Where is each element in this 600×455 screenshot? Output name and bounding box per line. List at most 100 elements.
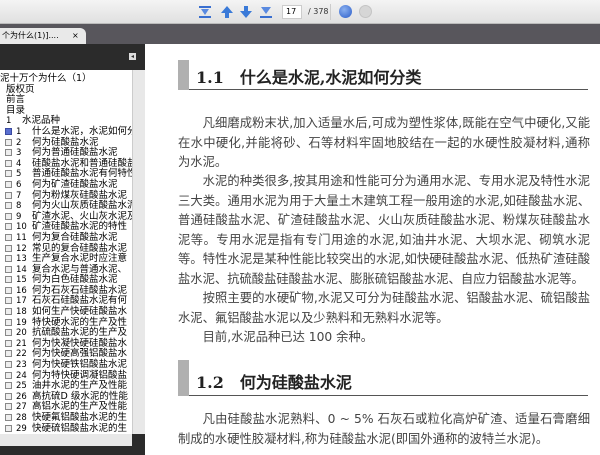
bookmark-page-icon — [5, 414, 12, 421]
next-page-icon[interactable] — [238, 4, 254, 20]
bookmark-label: 版权页 — [6, 83, 35, 95]
bookmark-label: 何为硅酸盐水泥 — [32, 136, 99, 148]
bookmark-label: 石灰石硅酸盐水泥有何 — [32, 295, 128, 307]
bookmark-label: 泥十万个为什么（1） — [0, 73, 92, 84]
bookmark-label: 如何生产快硬硅酸盐水 — [32, 306, 128, 318]
bookmark-page-icon — [5, 318, 12, 326]
bookmark-number: 24 — [16, 370, 27, 381]
sidebar-header: ◂ — [0, 44, 145, 70]
bookmark-page-icon — [5, 276, 12, 284]
bookmark-page-icon — [5, 371, 12, 379]
bookmark-number: 16 — [16, 285, 27, 296]
collapse-sidebar-button[interactable]: ◂ — [129, 53, 136, 60]
bookmark-label: 矿渣硅酸盐水泥的特性 — [32, 221, 128, 233]
bookmark-number: 6 — [16, 179, 22, 190]
bookmark-page-icon — [5, 329, 12, 337]
heading-bar — [178, 360, 189, 396]
bookmark-item[interactable]: 29 快硬硫铝酸盐水泥的生 — [0, 422, 132, 435]
bookmark-label: 何为火山灰质硅酸盐水泥 — [32, 200, 137, 212]
section-heading: 1.2 何为硅酸盐水泥 — [178, 360, 588, 396]
bookmark-tree: 泥十万个为什么（1） 版权页 前言 目录 1 水泥品种 1 什么是水泥，水泥如何分类 2 何为硅酸… — [0, 70, 146, 435]
bookmark-page-icon — [5, 244, 12, 252]
bookmark-page-icon — [5, 233, 12, 241]
bookmark-page-icon — [5, 138, 12, 146]
heading-text: 1.1 什么是水泥,水泥如何分类 — [196, 68, 422, 87]
bookmark-page-icon — [5, 159, 12, 167]
bookmark-label: 何为特快硬调凝铝酸盐 — [32, 369, 128, 381]
page-number-input[interactable]: 17 — [282, 5, 302, 19]
toolbar: 17 / 378 — [0, 0, 600, 24]
bookmark-page-icon — [5, 223, 12, 231]
bookmark-item[interactable]: 目录 — [0, 105, 132, 117]
bookmark-label: 油井水泥的生产及性能 — [32, 380, 128, 392]
heading-text: 1.2 何为硅酸盐水泥 — [196, 373, 352, 392]
bookmark-number: 13 — [16, 254, 27, 265]
heading-bar — [178, 60, 189, 90]
bookmark-page-icon — [5, 202, 12, 210]
paragraph: 凡细磨成粉末状,加入适量水后,可成为塑性浆体,既能在空气中硬化,又能在水中硬化,… — [178, 116, 590, 169]
bookmark-number: 14 — [16, 264, 27, 275]
bookmark-number: 27 — [16, 402, 27, 413]
bookmark-page-icon — [5, 424, 12, 432]
bookmark-label: 高铝水泥的生产及性能 — [32, 401, 128, 413]
back-icon[interactable] — [339, 5, 352, 18]
forward-icon[interactable] — [359, 5, 372, 18]
bookmark-number: 12 — [16, 243, 27, 254]
horizontal-scrollbar[interactable] — [0, 434, 132, 446]
bookmark-page-icon — [5, 265, 12, 273]
bookmark-label: 前言 — [6, 94, 26, 106]
bookmark-label: 水泥品种 — [22, 115, 61, 127]
tab-document[interactable]: 个为什么(1)].... × — [0, 28, 86, 44]
bookmark-number: 22 — [16, 349, 27, 360]
bookmark-page-icon — [5, 350, 12, 358]
bookmark-number: 11 — [16, 232, 27, 243]
bookmark-number: 3 — [16, 148, 22, 159]
bookmark-page-icon — [5, 286, 12, 294]
vertical-scrollbar[interactable] — [132, 70, 145, 434]
bookmark-number: 29 — [16, 423, 27, 434]
bookmark-label: 何为快硬高强铝酸盐水 — [32, 348, 128, 360]
close-icon[interactable]: × — [72, 28, 79, 44]
bookmark-page-icon — [5, 308, 12, 316]
bookmark-number: 1 — [16, 126, 22, 137]
bookmark-number: 25 — [16, 381, 27, 392]
prev-page-icon[interactable] — [219, 4, 235, 20]
bookmark-number: 20 — [16, 328, 27, 339]
bookmark-number: 10 — [16, 222, 27, 233]
bookmark-number: 17 — [16, 296, 27, 307]
bookmark-number: 8 — [16, 201, 22, 212]
bookmark-number: 28 — [16, 413, 27, 423]
bookmark-number: 23 — [16, 360, 27, 371]
document-view: 1.1 什么是水泥,水泥如何分类 凡细磨成粉末状,加入适量水后,可成为塑性浆体,… — [145, 44, 600, 455]
bookmark-page-icon — [5, 339, 12, 347]
bookmark-page-icon — [5, 170, 12, 178]
bookmark-page-icon — [5, 403, 12, 411]
bookmark-label: 常见的复合硅酸盐水泥 — [32, 242, 128, 254]
bookmark-page-icon — [5, 180, 12, 188]
bookmark-page-icon — [5, 191, 12, 199]
bookmark-label: 何为白色硅酸盐水泥 — [32, 274, 118, 286]
bookmark-label: 快硬硫铝酸盐水泥的生 — [32, 422, 128, 434]
bookmark-page-icon — [5, 382, 12, 390]
section-heading: 1.1 什么是水泥,水泥如何分类 — [178, 60, 588, 90]
page-total: / 378 — [308, 7, 329, 16]
tab-bar: 个为什么(1)].... × — [0, 24, 600, 44]
bookmark-number: 21 — [16, 338, 27, 349]
paragraph: 按照主要的水硬矿物,水泥又可分为硅酸盐水泥、铝酸盐水泥、硫铝酸盐水泥、氟铝酸盐水… — [178, 291, 590, 325]
bookmark-page-icon — [5, 127, 12, 135]
bookmark-number: 2 — [16, 137, 22, 148]
bookmark-label: 何为快硬铁铝酸盐水泥 — [32, 359, 128, 371]
paragraph: 水泥的种类很多,按其用途和性能可分为通用水泥、专用水泥及特性水泥三大类。通用水泥… — [178, 174, 590, 286]
last-page-icon[interactable] — [258, 4, 274, 20]
first-page-icon[interactable] — [197, 4, 213, 20]
bookmark-label: 特快硬水泥的生产及性 — [32, 316, 128, 328]
bookmark-number: 1 — [6, 116, 12, 127]
bookmark-number: 19 — [16, 317, 27, 328]
bookmark-label: 什么是水泥，水泥如何分类 — [32, 125, 147, 137]
bookmark-label: 何为矿渣硅酸盐水泥 — [32, 178, 118, 190]
bookmark-number: 5 — [16, 169, 22, 180]
bookmark-label: 何为复合硅酸盐水泥 — [32, 231, 118, 243]
bookmark-label: 何为普通硅酸盐水泥 — [32, 147, 118, 159]
bookmark-label: 抗硫酸盐水泥的生产及 — [32, 327, 128, 339]
bookmarks-sidebar: ◂ 泥十万个为什么（1） 版权页 前言 目录 1 水泥品种 1 什么是水泥，水泥如何分类 2 何为… — [0, 44, 146, 455]
